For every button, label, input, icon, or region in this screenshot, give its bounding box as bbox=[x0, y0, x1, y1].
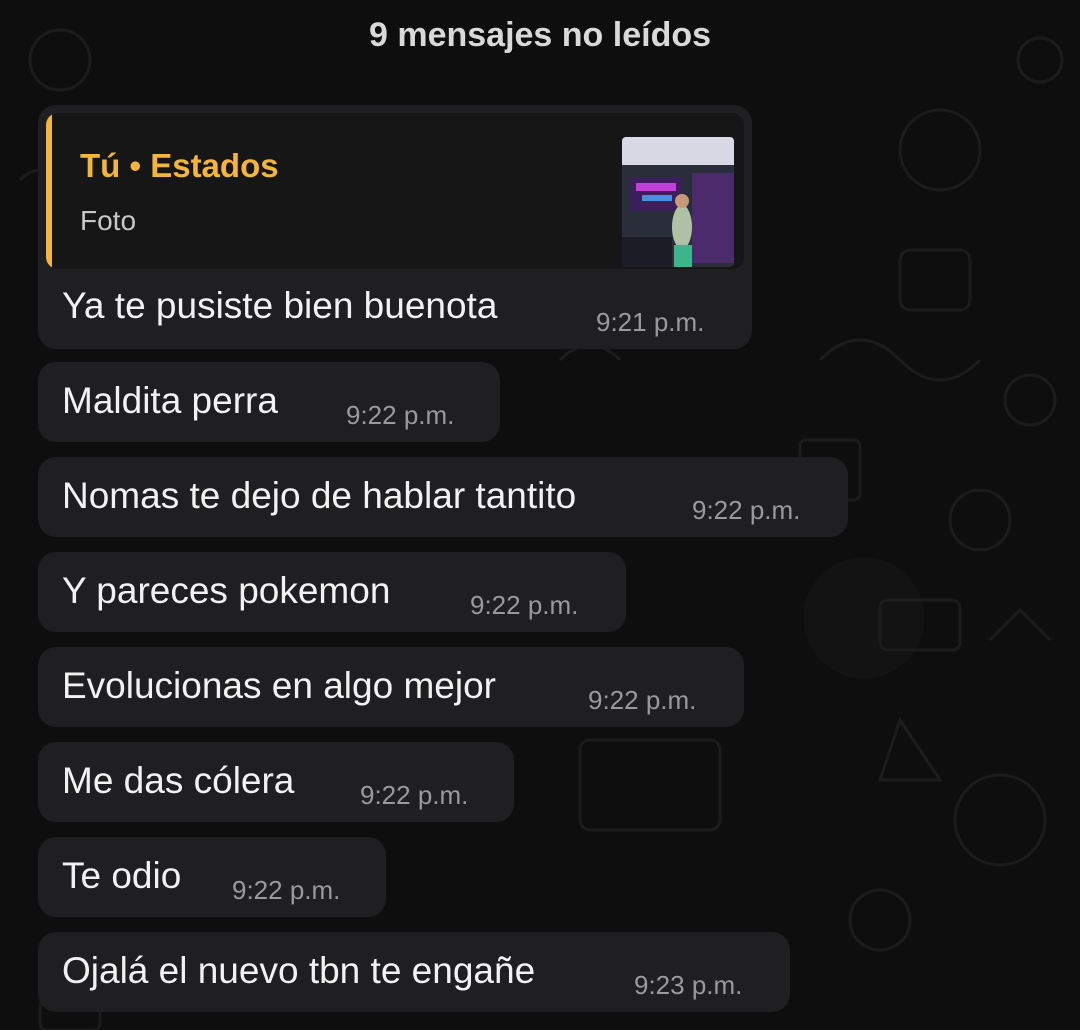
unread-messages-divider: 9 mensajes no leídos bbox=[368, 15, 712, 54]
status-photo-thumbnail[interactable] bbox=[622, 137, 734, 267]
quoted-status-reply[interactable]: Tú • Estados Foto bbox=[46, 113, 744, 269]
message-timestamp: 9:22 p.m. bbox=[346, 400, 455, 430]
message-text: Y pareces pokemon bbox=[62, 570, 391, 611]
message-text: Nomas te dejo de hablar tantito bbox=[62, 475, 577, 516]
message-bubble[interactable]: Y pareces pokemon 9:22 p.m. bbox=[38, 552, 626, 632]
message-timestamp: 9:21 p.m. bbox=[596, 307, 705, 337]
quote-media-type: Foto bbox=[80, 205, 137, 236]
message-text: Ya te pusiste bien buenota bbox=[62, 285, 498, 326]
message-bubble[interactable]: Nomas te dejo de hablar tantito 9:22 p.m… bbox=[38, 457, 848, 537]
message-bubble[interactable]: Te odio 9:22 p.m. bbox=[38, 837, 386, 917]
message-bubble[interactable]: Evolucionas en algo mejor 9:22 p.m. bbox=[38, 647, 744, 727]
message-bubble[interactable]: Ojalá el nuevo tbn te engañe 9:23 p.m. bbox=[38, 932, 790, 1012]
message-timestamp: 9:22 p.m. bbox=[588, 685, 697, 715]
message-timestamp: 9:22 p.m. bbox=[360, 780, 469, 810]
message-bubble[interactable]: Tú • Estados Foto Ya te pusiste bien bue… bbox=[38, 105, 752, 349]
message-timestamp: 9:22 p.m. bbox=[232, 875, 341, 905]
message-timestamp: 9:23 p.m. bbox=[634, 970, 743, 1000]
quote-author: Tú • Estados bbox=[80, 147, 279, 184]
message-bubble[interactable]: Me das cólera 9:22 p.m. bbox=[38, 742, 514, 822]
message-text: Te odio bbox=[62, 855, 182, 896]
message-text: Evolucionas en algo mejor bbox=[62, 665, 496, 706]
message-text: Maldita perra bbox=[62, 380, 278, 421]
quote-accent-bar bbox=[46, 113, 52, 269]
message-timestamp: 9:22 p.m. bbox=[692, 495, 801, 525]
message-bubble[interactable]: Maldita perra 9:22 p.m. bbox=[38, 362, 500, 442]
message-text: Me das cólera bbox=[62, 760, 295, 801]
message-timestamp: 9:22 p.m. bbox=[470, 590, 579, 620]
message-text: Ojalá el nuevo tbn te engañe bbox=[62, 950, 536, 991]
